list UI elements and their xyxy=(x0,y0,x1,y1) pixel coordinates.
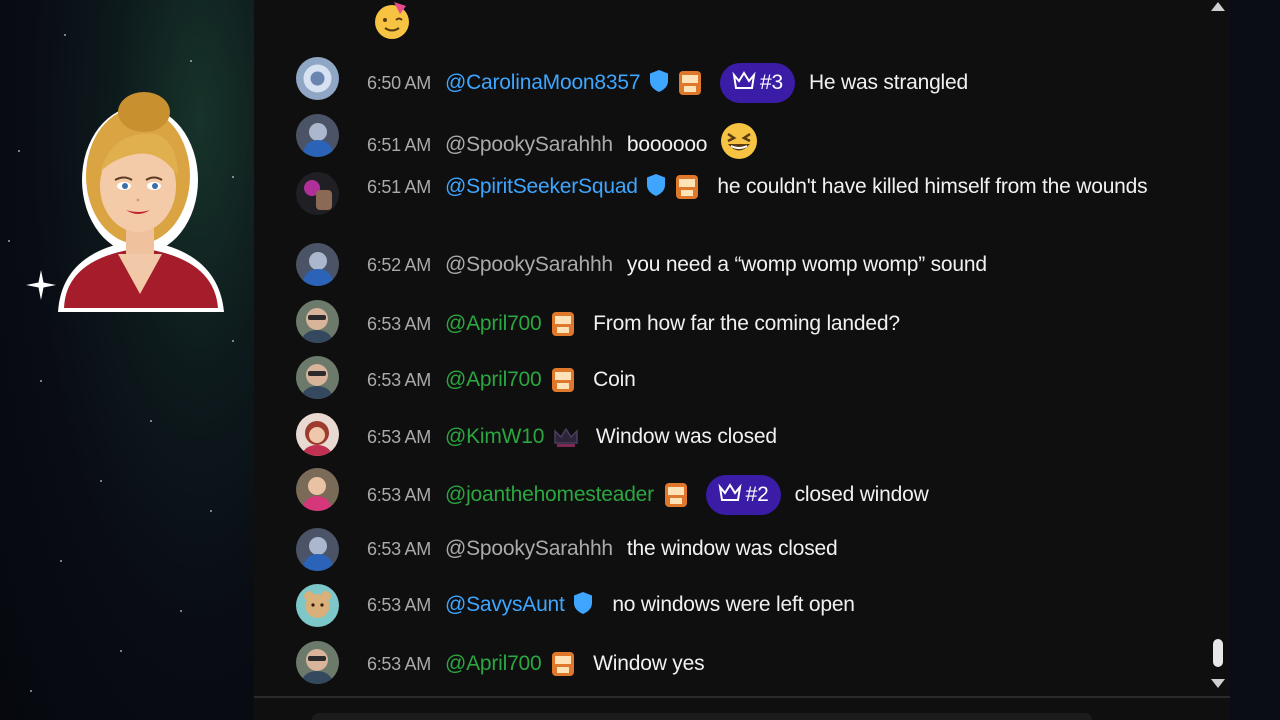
message-timestamp: 6:50 AM xyxy=(367,73,431,93)
crown-rank-badge: #3 xyxy=(719,63,795,103)
author-name[interactable]: @CarolinaMoon8357 xyxy=(445,71,641,94)
live-chat-panel[interactable]: 6:50 AM @CarolinaMoon8357 #3 He was strang… xyxy=(254,0,1230,720)
verified-shield-icon xyxy=(649,70,668,92)
user-avatar[interactable] xyxy=(296,413,339,456)
crown-membership-badge-icon xyxy=(554,427,578,447)
wat-badge-icon xyxy=(552,368,575,392)
right-gutter xyxy=(1230,0,1280,720)
wat-badge-icon xyxy=(552,312,575,336)
user-avatar[interactable] xyxy=(296,356,339,399)
message-text: he couldn't have killed himself from the… xyxy=(717,175,1148,198)
message-timestamp: 6:53 AM xyxy=(367,654,431,674)
rank-label: #3 xyxy=(759,71,783,94)
user-avatar[interactable] xyxy=(296,300,339,343)
author-name[interactable]: @SpiritSeekerSquad xyxy=(445,175,638,198)
user-avatar[interactable] xyxy=(296,243,339,286)
triangle-down-icon[interactable] xyxy=(1210,678,1226,690)
author-name[interactable]: @April700 xyxy=(445,312,542,335)
verified-shield-icon xyxy=(574,592,593,614)
wat-badge-icon xyxy=(678,71,701,95)
sparkle-icon xyxy=(26,270,56,300)
user-avatar[interactable] xyxy=(296,172,339,215)
message-timestamp: 6:51 AM xyxy=(367,135,431,155)
wat-badge-icon xyxy=(676,175,699,199)
laughing-emoji xyxy=(720,123,757,159)
message-timestamp: 6:52 AM xyxy=(367,255,431,275)
crown-rank-badge: #2 xyxy=(705,475,781,515)
message-text: Window was closed xyxy=(595,425,777,448)
cartoon-avatar-illustration xyxy=(58,92,224,312)
message-timestamp: 6:53 AM xyxy=(367,485,431,505)
author-name[interactable]: @joanthehomesteader xyxy=(445,483,654,506)
author-name[interactable]: @April700 xyxy=(445,652,542,675)
user-avatar[interactable] xyxy=(296,528,339,571)
message-text: closed window xyxy=(794,483,929,506)
message-text: From how far the coming landed? xyxy=(593,312,900,335)
message-text: you need a “womp womp womp” sound xyxy=(626,253,987,276)
message-text: boooooo xyxy=(626,133,708,156)
author-name[interactable]: @SpookySarahhh xyxy=(445,253,613,276)
triangle-up-icon[interactable] xyxy=(1210,0,1226,12)
message-timestamp: 6:53 AM xyxy=(367,595,431,615)
author-name[interactable]: @SpookySarahhh xyxy=(445,537,613,560)
author-name[interactable]: @SavysAunt xyxy=(445,593,565,616)
chat-divider xyxy=(254,696,1230,698)
author-name[interactable]: @KimW10 xyxy=(445,425,544,448)
user-avatar[interactable] xyxy=(296,114,339,157)
message-text: Coin xyxy=(593,368,636,391)
streamer-overlay-area xyxy=(0,0,254,720)
party-face-emoji xyxy=(375,2,409,39)
author-name[interactable]: @SpookySarahhh xyxy=(445,133,613,156)
message-timestamp: 6:53 AM xyxy=(367,314,431,334)
chat-input-field[interactable] xyxy=(312,713,1092,720)
author-name[interactable]: @April700 xyxy=(445,368,542,391)
crown-icon xyxy=(718,483,742,501)
crown-icon xyxy=(732,71,756,89)
message-timestamp: 6:53 AM xyxy=(367,427,431,447)
user-avatar[interactable] xyxy=(296,468,339,511)
user-avatar[interactable] xyxy=(296,641,339,684)
message-text: no windows were left open xyxy=(612,593,855,616)
message-text: He was strangled xyxy=(808,71,968,94)
message-timestamp: 6:51 AM xyxy=(367,177,431,197)
rank-label: #2 xyxy=(745,483,769,506)
user-avatar[interactable] xyxy=(296,57,339,100)
message-timestamp: 6:53 AM xyxy=(367,539,431,559)
verified-shield-icon xyxy=(647,174,666,196)
user-avatar[interactable] xyxy=(296,584,339,627)
scrollbar-thumb[interactable] xyxy=(1213,639,1223,667)
message-text: Window yes xyxy=(593,652,705,675)
wat-badge-icon xyxy=(552,652,575,676)
wat-badge-icon xyxy=(664,483,687,507)
message-timestamp: 6:53 AM xyxy=(367,370,431,390)
message-text: the window was closed xyxy=(626,537,838,560)
